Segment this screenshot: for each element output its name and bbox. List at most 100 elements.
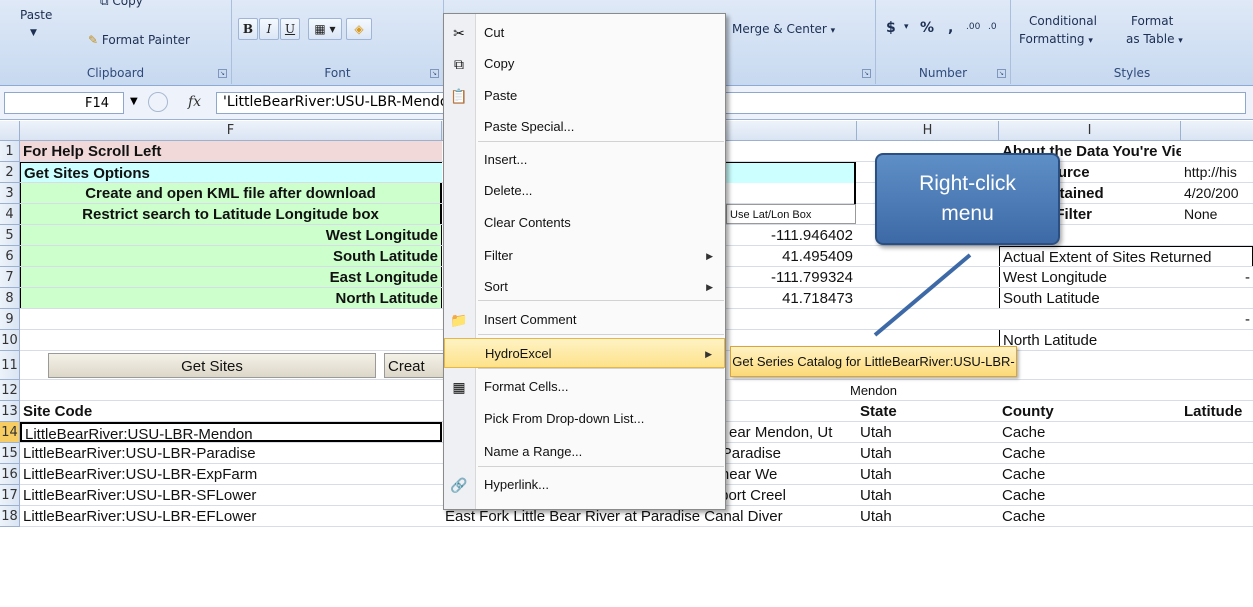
row-header[interactable]: 11 (0, 351, 20, 380)
cell-i[interactable]: West Longitude (999, 267, 1181, 287)
cell-j[interactable]: None (1181, 204, 1253, 224)
cell-i[interactable]: Actual Extent of Sites Returned (999, 246, 1253, 266)
row-header[interactable]: 3 (0, 183, 20, 204)
font-launcher-icon[interactable]: ↘ (430, 69, 439, 78)
formula-input[interactable]: 'LittleBearRiver:USU-LBR-Mendon (216, 92, 1246, 114)
menu-item-cut[interactable]: ✂ Cut (444, 18, 725, 48)
select-all-corner[interactable] (0, 121, 20, 141)
row-header[interactable]: 12 (0, 380, 20, 401)
percent-button[interactable]: % (920, 20, 934, 36)
menu-item-name-a-range[interactable]: Name a Range... (444, 437, 725, 467)
cell-h[interactable] (857, 288, 999, 308)
column-header-f[interactable]: F (20, 121, 442, 141)
cell-f[interactable] (20, 309, 442, 329)
comma-button[interactable]: , (948, 20, 953, 36)
expand-formula-icon[interactable] (148, 92, 168, 112)
increase-decimal-button[interactable]: .00 (966, 22, 980, 32)
cell-h[interactable]: Utah (857, 443, 999, 463)
cell-j[interactable]: Latitude (1181, 401, 1253, 421)
cell-i[interactable]: South Latitude (999, 288, 1181, 308)
cell-h[interactable]: Utah (857, 422, 999, 442)
cell-f[interactable] (20, 330, 442, 350)
cell-j[interactable]: http://his (1181, 162, 1253, 182)
cell-h[interactable]: Utah (857, 464, 999, 484)
menu-item-sort[interactable]: Sort ▶ (444, 272, 725, 302)
cell-j[interactable]: - (1181, 309, 1253, 329)
row-header[interactable]: 18 (0, 506, 20, 527)
insert-function-icon[interactable]: fx (188, 94, 201, 110)
paste-dropdown-icon[interactable]: ▼ (30, 28, 37, 38)
cell-f[interactable]: West Longitude (20, 225, 442, 245)
cell-j[interactable] (1181, 443, 1253, 463)
cell-j[interactable] (1181, 330, 1253, 350)
cell-f[interactable]: Restrict search to Latitude Longitude bo… (20, 204, 442, 224)
row-header[interactable]: 13 (0, 401, 20, 422)
column-header-i[interactable]: I (999, 121, 1181, 141)
row-header[interactable]: 7 (0, 267, 20, 288)
cell-i[interactable] (999, 380, 1181, 400)
conditional-formatting-button[interactable]: Formatting ▾ (1019, 32, 1093, 46)
menu-item-pick-from-drop-down-list[interactable]: Pick From Drop-down List... (444, 404, 725, 434)
cell-i[interactable]: Cache (999, 464, 1181, 484)
cell-f[interactable]: For Help Scroll Left (20, 141, 442, 161)
menu-item-hyperlink[interactable]: 🔗 Hyperlink... (444, 470, 725, 500)
format-as-table-button[interactable]: as Table ▾ (1126, 32, 1183, 46)
menu-item-hydroexcel[interactable]: HydroExcel ▶ (444, 338, 725, 368)
menu-item-paste[interactable]: 📋 Paste (444, 81, 725, 111)
row-header[interactable]: 17 (0, 485, 20, 506)
cell-h[interactable] (857, 267, 999, 287)
paste-button[interactable]: Paste (20, 8, 52, 22)
cell-j[interactable] (1181, 288, 1253, 308)
get-sites-button[interactable]: Get Sites (48, 353, 376, 378)
row-header[interactable]: 6 (0, 246, 20, 267)
menu-item-insert-comment[interactable]: 📁 Insert Comment (444, 305, 725, 335)
copy-button[interactable]: ⧉ Copy (100, 0, 143, 9)
fill-color-button[interactable]: ◈ (346, 18, 372, 40)
cell-g[interactable]: -111.946402 (726, 225, 856, 245)
cell-f[interactable]: LittleBearRiver:USU-LBR-SFLower (20, 485, 442, 505)
number-launcher-icon[interactable]: ↘ (997, 69, 1006, 78)
cell-i[interactable]: Cache (999, 485, 1181, 505)
cell-i[interactable]: County (999, 401, 1181, 421)
row-header[interactable]: 14 (0, 422, 20, 443)
cell-i[interactable]: Cache (999, 443, 1181, 463)
menu-item-insert[interactable]: Insert... (444, 145, 725, 175)
conditional-formatting-label[interactable]: Conditional (1029, 14, 1097, 28)
format-as-table-label[interactable]: Format (1131, 14, 1173, 28)
alignment-launcher-icon[interactable]: ↘ (862, 69, 871, 78)
menu-item-filter[interactable]: Filter ▶ (444, 241, 725, 271)
decrease-decimal-button[interactable]: .0 (988, 22, 997, 32)
cell-j[interactable] (1181, 141, 1253, 161)
cell-g[interactable]: ear Mendon, Ut (726, 422, 857, 442)
row-header[interactable]: 15 (0, 443, 20, 464)
cell-f[interactable]: South Latitude (20, 246, 442, 266)
bold-button[interactable]: B (238, 18, 258, 40)
name-box-dropdown-icon[interactable]: ▼ (130, 96, 138, 107)
cell-j[interactable]: - (1181, 267, 1253, 287)
menu-item-delete[interactable]: Delete... (444, 176, 725, 206)
menu-item-format-cells[interactable]: ▦ Format Cells... (444, 372, 725, 402)
column-header-j[interactable] (1181, 121, 1253, 141)
cell-i[interactable] (999, 351, 1181, 379)
cell-j[interactable]: 4/20/200 (1181, 183, 1253, 203)
row-header[interactable]: 2 (0, 162, 20, 183)
row-header[interactable]: 8 (0, 288, 20, 309)
menu-item-paste-special[interactable]: Paste Special... (444, 112, 725, 142)
cell-f[interactable]: Site Code (20, 401, 442, 421)
currency-dropdown-icon[interactable]: ▾ (904, 22, 909, 32)
cell-h[interactable] (857, 246, 999, 266)
name-box[interactable]: F14 (4, 92, 124, 114)
cell-j[interactable] (1181, 464, 1253, 484)
row-header[interactable]: 5 (0, 225, 20, 246)
cell-f[interactable]: LittleBearRiver:USU-LBR-EFLower (20, 506, 442, 526)
row-header[interactable]: 9 (0, 309, 20, 330)
cell-i[interactable]: Cache (999, 422, 1181, 442)
active-cell[interactable]: LittleBearRiver:USU-LBR-Mendon (20, 422, 442, 442)
row-header[interactable]: 1 (0, 141, 20, 162)
underline-button[interactable]: U (280, 18, 300, 40)
cell-f[interactable]: Get Sites Options (20, 162, 442, 182)
cell-h[interactable] (857, 309, 999, 329)
submenu-get-series-catalog[interactable]: Get Series Catalog for LittleBearRiver:U… (730, 346, 1017, 398)
cell-f[interactable]: LittleBearRiver:USU-LBR-Paradise (20, 443, 442, 463)
cell-j[interactable] (1181, 225, 1253, 245)
